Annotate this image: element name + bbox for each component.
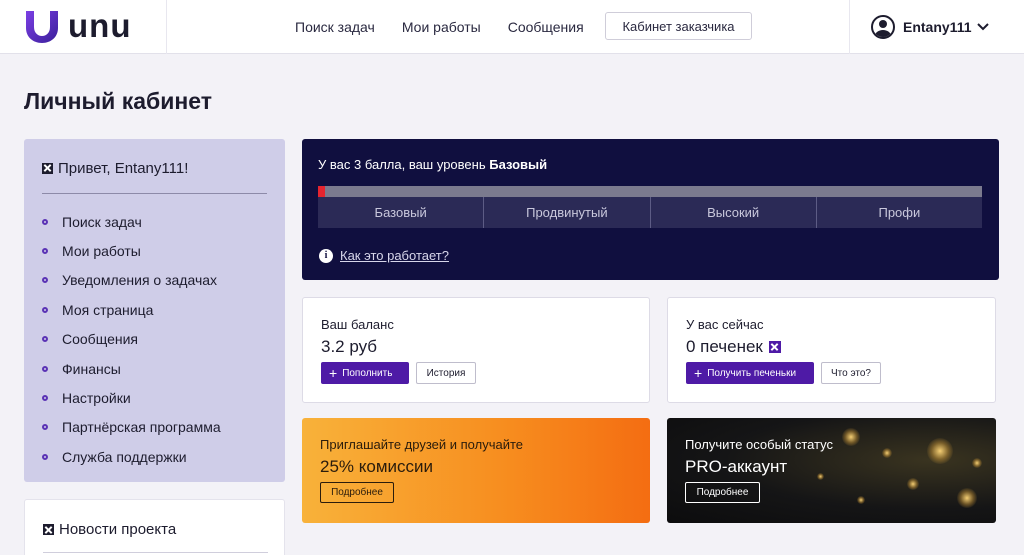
sidebar-greeting: Привет, Entany111! — [42, 159, 267, 177]
pro-promo-card: Получите особый статус PRO-аккаунт Подро… — [667, 418, 996, 523]
history-button[interactable]: История — [416, 362, 476, 384]
bullet-icon — [42, 248, 48, 255]
news-title-text: Новости проекта — [59, 521, 177, 538]
main-nav: Поиск задач Мои работы Сообщения — [295, 0, 611, 54]
plus-icon: + — [694, 365, 703, 381]
level-progress-fill — [318, 186, 325, 197]
greeting-text: Привет, Entany111! — [58, 159, 189, 177]
sidebar-item-my-works[interactable]: Мои работы — [42, 236, 267, 265]
logo-text: unu — [68, 7, 132, 44]
sparkle-decoration — [907, 478, 919, 490]
sparkle-decoration — [857, 496, 865, 504]
nav-my-works[interactable]: Мои работы — [402, 19, 481, 35]
level-step-basic: Базовый — [318, 197, 485, 228]
level-step-advanced: Продвинутый — [484, 197, 651, 228]
current-level: Базовый — [489, 157, 548, 172]
sidebar-item-label: Моя страница — [62, 301, 154, 318]
avatar-icon — [871, 15, 895, 39]
level-steps: Базовый Продвинутый Высокий Профи — [318, 197, 982, 228]
cookies-value: 0 печенек — [686, 337, 763, 356]
sidebar-item-label: Партнёрская программа — [62, 419, 221, 436]
logo-shield-icon — [26, 11, 58, 43]
cookie-close-icon — [768, 341, 781, 353]
bullet-icon — [42, 277, 48, 284]
top-header: unu Поиск задач Мои работы Сообщения Каб… — [0, 0, 1024, 54]
cookies-card: У вас сейчас 0 печенек + Получить печень… — [667, 297, 996, 403]
level-status-text: У вас 3 балла, ваш уровень Базовый — [318, 157, 547, 172]
news-title[interactable]: Новости проекта — [43, 521, 266, 538]
sidebar-item-settings[interactable]: Настройки — [42, 383, 267, 412]
level-step-high: Высокий — [650, 197, 817, 228]
bullet-icon — [42, 365, 48, 372]
get-cookies-button[interactable]: + Получить печеньки — [686, 362, 814, 384]
sidebar-item-label: Уведомления о задачах — [62, 272, 218, 289]
bullet-icon — [42, 395, 48, 402]
username: Entany111 — [903, 19, 972, 35]
sidebar-item-label: Мои работы — [62, 243, 141, 260]
sidebar-item-partner-program[interactable]: Партнёрская программа — [42, 413, 267, 442]
sidebar-item-label: Поиск задач — [62, 213, 142, 230]
sidebar-item-my-page[interactable]: Моя страница — [42, 295, 267, 324]
bullet-icon — [42, 218, 48, 225]
sparkle-decoration — [817, 473, 824, 480]
close-box-icon — [43, 524, 54, 535]
bullet-icon — [42, 336, 48, 343]
news-divider — [43, 552, 268, 553]
referral-line2: 25% комиссии — [320, 457, 434, 476]
sidebar: Привет, Entany111! Поиск задач Мои работ… — [24, 139, 285, 482]
sidebar-divider — [42, 193, 267, 194]
sidebar-item-label: Финансы — [62, 360, 121, 377]
pro-more-button[interactable]: Подробнее — [685, 482, 760, 503]
how-it-works: i Как это работает? — [319, 248, 449, 263]
bullet-icon — [42, 306, 48, 313]
bullet-icon — [42, 424, 48, 431]
customer-cabinet-button[interactable]: Кабинет заказчика — [605, 12, 752, 40]
sidebar-item-label: Сообщения — [62, 331, 138, 348]
level-progress-bar — [318, 186, 982, 197]
pro-line1: Получите особый статус — [685, 437, 834, 452]
topup-button[interactable]: + Пополнить — [321, 362, 409, 384]
topup-label: Пополнить — [342, 367, 393, 379]
level-card: У вас 3 балла, ваш уровень Базовый Базов… — [302, 139, 999, 280]
nav-messages[interactable]: Сообщения — [508, 19, 584, 35]
plus-icon: + — [329, 365, 338, 381]
pro-line2: PRO-аккаунт — [685, 457, 788, 476]
what-is-it-button[interactable]: Что это? — [821, 362, 881, 384]
level-text-prefix: У вас 3 балла, ваш уровень — [318, 157, 490, 172]
balance-value: 3.2 руб — [321, 337, 378, 356]
bullet-icon — [42, 453, 48, 460]
referral-line1: Приглашайте друзей и получайте — [320, 437, 524, 452]
news-panel: Новости проекта — [24, 499, 285, 555]
chevron-down-icon — [976, 23, 989, 31]
logo[interactable]: unu — [0, 0, 167, 54]
cookies-value-row: 0 печенек — [686, 337, 786, 357]
referral-more-button[interactable]: Подробнее — [320, 482, 394, 503]
sparkle-decoration — [842, 428, 860, 446]
sidebar-item-finances[interactable]: Финансы — [42, 354, 267, 383]
balance-card: Ваш баланс 3.2 руб + Пополнить История — [302, 297, 650, 403]
referral-promo-card: Приглашайте друзей и получайте 25% комис… — [302, 418, 650, 523]
get-cookies-label: Получить печеньки — [707, 367, 797, 379]
sparkle-decoration — [957, 488, 977, 508]
sidebar-item-label: Служба поддержки — [62, 448, 187, 465]
close-box-icon — [42, 162, 53, 174]
level-step-pro: Профи — [816, 197, 982, 228]
sparkle-decoration — [972, 458, 982, 468]
sparkle-decoration — [882, 448, 892, 458]
cookies-label: У вас сейчас — [686, 317, 764, 332]
how-it-works-link[interactable]: Как это работает? — [340, 248, 449, 263]
sidebar-item-label: Настройки — [62, 390, 131, 407]
page-title: Личный кабинет — [24, 88, 212, 114]
sidebar-item-messages[interactable]: Сообщения — [42, 325, 267, 354]
sparkle-decoration — [927, 438, 953, 464]
user-menu[interactable]: Entany111 — [849, 0, 1024, 54]
balance-label: Ваш баланс — [321, 317, 394, 332]
sidebar-item-support[interactable]: Служба поддержки — [42, 442, 267, 471]
sidebar-item-task-notifications[interactable]: Уведомления о задачах — [42, 266, 267, 295]
sidebar-item-search-tasks[interactable]: Поиск задач — [42, 207, 267, 236]
info-icon: i — [319, 248, 333, 263]
nav-search-tasks[interactable]: Поиск задач — [295, 19, 375, 35]
